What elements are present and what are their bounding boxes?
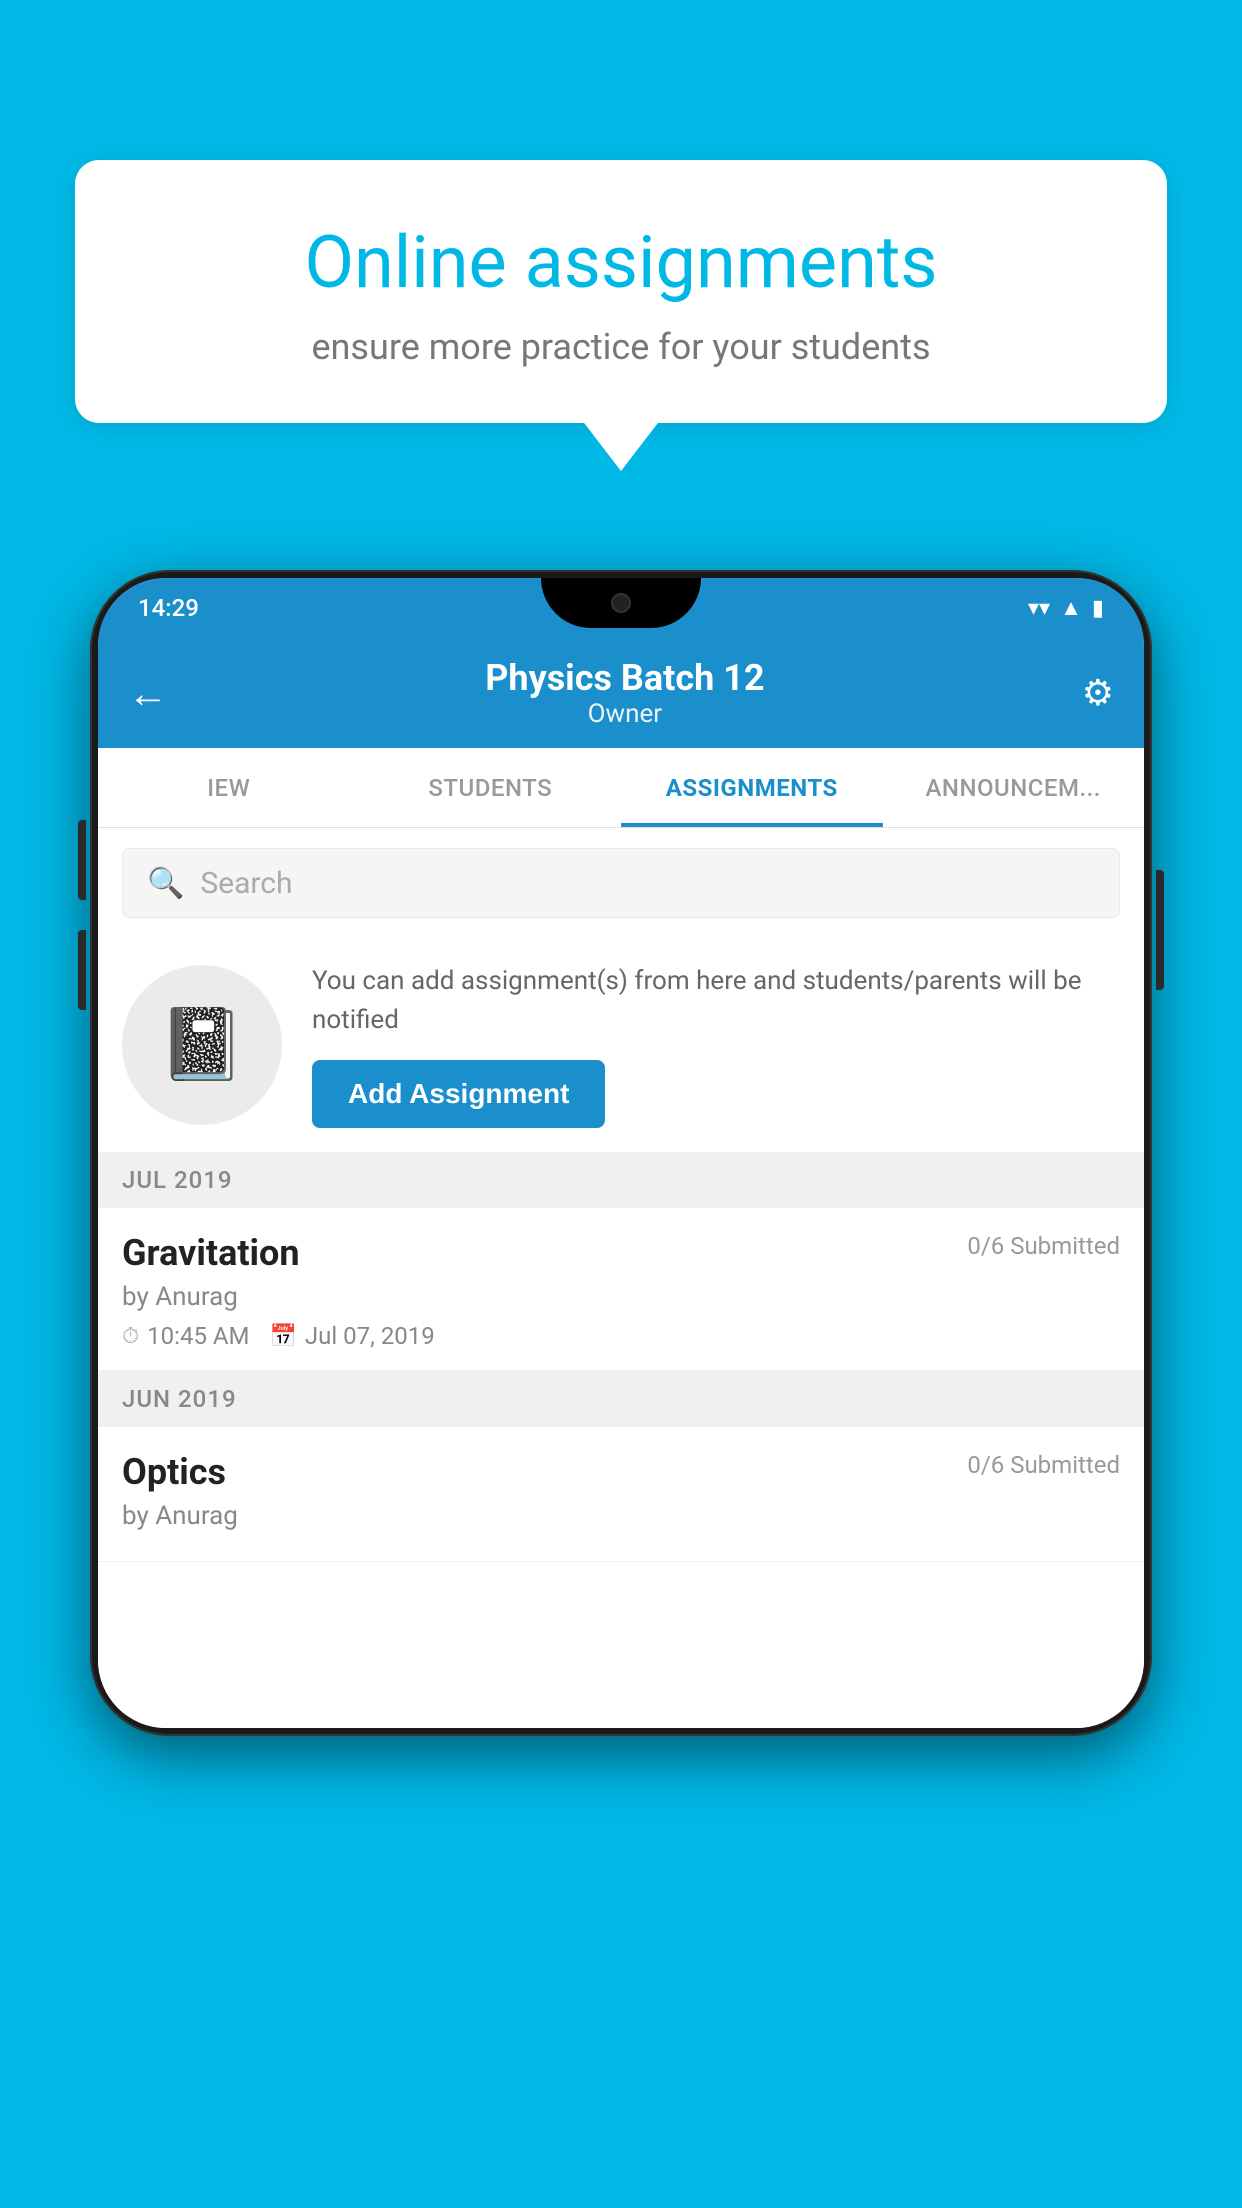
- speech-bubble-subtitle: ensure more practice for your students: [145, 326, 1097, 368]
- search-bar[interactable]: 🔍 Search: [122, 848, 1120, 918]
- info-text-group: You can add assignment(s) from here and …: [312, 962, 1120, 1128]
- tab-iew[interactable]: IEW: [98, 748, 360, 827]
- tab-assignments[interactable]: ASSIGNMENTS: [621, 748, 883, 827]
- owner-label: Owner: [485, 699, 764, 729]
- batch-title: Physics Batch 12: [485, 657, 764, 699]
- app-header: ← Physics Batch 12 Owner ⚙: [98, 638, 1144, 748]
- assignment-item-optics[interactable]: Optics 0/6 Submitted by Anurag: [98, 1427, 1144, 1562]
- speech-bubble-container: Online assignments ensure more practice …: [75, 160, 1167, 423]
- back-button[interactable]: ←: [128, 670, 168, 717]
- add-assignment-button[interactable]: Add Assignment: [312, 1060, 605, 1128]
- phone-notch: [541, 578, 701, 628]
- info-description: You can add assignment(s) from here and …: [312, 962, 1120, 1040]
- header-title-group: Physics Batch 12 Owner: [485, 657, 764, 729]
- signal-icon: ▲: [1060, 595, 1082, 621]
- submitted-count: 0/6 Submitted: [967, 1232, 1120, 1260]
- power-button[interactable]: [1156, 870, 1164, 990]
- assignment-header: Gravitation 0/6 Submitted: [122, 1232, 1120, 1274]
- assignment-author: by Anurag: [122, 1282, 1120, 1312]
- notebook-icon: 📓: [158, 1004, 245, 1086]
- clock-icon: ⏱: [122, 1324, 139, 1349]
- wifi-icon: ▾▾: [1028, 596, 1050, 621]
- date-meta: 📅 Jul 07, 2019: [270, 1322, 435, 1350]
- speech-bubble-title: Online assignments: [145, 220, 1097, 306]
- optics-submitted: 0/6 Submitted: [967, 1451, 1120, 1479]
- optics-author: by Anurag: [122, 1501, 1120, 1531]
- volume-down-button[interactable]: [78, 930, 86, 1010]
- phone: 14:29 ▾▾ ▲ ▮ ← Physics Batch 12 Owner ⚙: [90, 570, 1152, 1736]
- assignment-title: Gravitation: [122, 1232, 300, 1274]
- phone-screen: 14:29 ▾▾ ▲ ▮ ← Physics Batch 12 Owner ⚙: [98, 578, 1144, 1728]
- date-value: Jul 07, 2019: [305, 1322, 435, 1350]
- content-area: 🔍 Search 📓 You can add assignment(s) fro…: [98, 828, 1144, 1728]
- optics-title: Optics: [122, 1451, 226, 1493]
- month-divider-jul: JUL 2019: [98, 1152, 1144, 1208]
- search-placeholder-text: Search: [200, 866, 292, 901]
- tabs-bar: IEW STUDENTS ASSIGNMENTS ANNOUNCEM...: [98, 748, 1144, 828]
- assignment-item-gravitation[interactable]: Gravitation 0/6 Submitted by Anurag ⏱ 10…: [98, 1208, 1144, 1371]
- speech-bubble: Online assignments ensure more practice …: [75, 160, 1167, 423]
- assignment-meta: ⏱ 10:45 AM 📅 Jul 07, 2019: [122, 1322, 1120, 1350]
- assignment-icon-circle: 📓: [122, 965, 282, 1125]
- info-card: 📓 You can add assignment(s) from here an…: [98, 938, 1144, 1152]
- assignment-header-optics: Optics 0/6 Submitted: [122, 1451, 1120, 1493]
- settings-icon[interactable]: ⚙: [1082, 672, 1114, 714]
- status-time: 14:29: [138, 594, 199, 622]
- tab-students[interactable]: STUDENTS: [360, 748, 622, 827]
- battery-icon: ▮: [1092, 596, 1104, 621]
- search-bar-wrapper: 🔍 Search: [98, 828, 1144, 938]
- search-icon: 🔍: [147, 866, 184, 901]
- volume-up-button[interactable]: [78, 820, 86, 900]
- phone-outer: 14:29 ▾▾ ▲ ▮ ← Physics Batch 12 Owner ⚙: [90, 570, 1152, 1736]
- status-icons: ▾▾ ▲ ▮: [1028, 595, 1104, 621]
- time-value: 10:45 AM: [147, 1322, 249, 1350]
- status-bar: 14:29 ▾▾ ▲ ▮: [98, 578, 1144, 638]
- calendar-icon: 📅: [270, 1324, 297, 1349]
- time-meta: ⏱ 10:45 AM: [122, 1322, 250, 1350]
- tab-announcements[interactable]: ANNOUNCEM...: [883, 748, 1145, 827]
- front-camera: [611, 593, 631, 613]
- month-divider-jun: JUN 2019: [98, 1371, 1144, 1427]
